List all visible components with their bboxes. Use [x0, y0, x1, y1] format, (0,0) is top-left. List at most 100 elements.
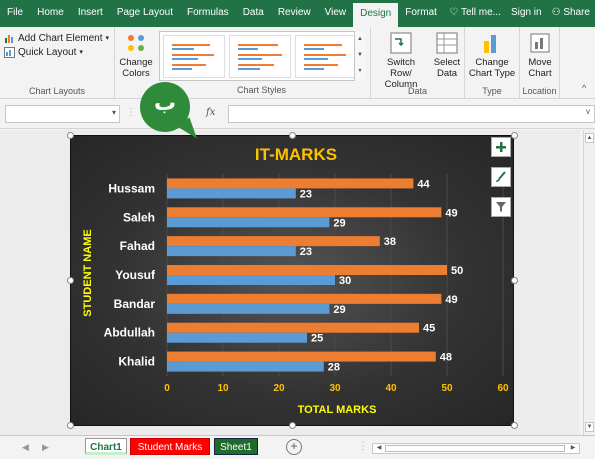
more-icon: ⋮ — [358, 441, 368, 452]
select-data-button[interactable]: Select Data — [431, 31, 463, 79]
chart-style-thumbnail[interactable] — [229, 35, 291, 78]
share-label: Share — [563, 7, 590, 18]
category-label: Bandar — [114, 297, 156, 311]
chart-styles-button[interactable] — [491, 167, 511, 187]
category-label: Saleh — [123, 210, 155, 224]
collapse-ribbon-icon[interactable]: ^ — [582, 83, 586, 93]
bar-blue[interactable] — [167, 275, 335, 285]
chart-style-thumbnail[interactable] — [163, 35, 225, 78]
bar-orange[interactable] — [167, 178, 414, 189]
gallery-scrollbar[interactable]: ▲ ▼ ▾ — [354, 31, 365, 81]
chart-style-thumbnail[interactable] — [295, 35, 355, 78]
horizontal-scrollbar[interactable]: ◀ ▶ — [372, 443, 580, 454]
share-button[interactable]: ⚇ Share — [547, 0, 595, 27]
resize-handle[interactable] — [511, 132, 518, 139]
tab-insert[interactable]: Insert — [71, 0, 110, 27]
tab-review[interactable]: Review — [271, 0, 318, 27]
insert-function-icon[interactable]: fx — [206, 107, 215, 118]
bar-orange[interactable] — [167, 322, 419, 333]
sheet-tab-sheet1[interactable]: Sheet1 — [214, 438, 258, 455]
location-group: Move Chart Location — [520, 27, 560, 99]
chart-area[interactable]: IT-MARKS TOTAL MARKS STUDENT NAME 0 10 20 3… — [70, 135, 514, 426]
data-label: 30 — [339, 275, 351, 287]
data-label: 49 — [445, 294, 457, 306]
vertical-scrollbar[interactable]: ▲ ▼ — [583, 130, 595, 435]
x-tick-label: 60 — [497, 383, 509, 394]
bar-blue[interactable] — [167, 332, 307, 343]
bar-blue[interactable] — [167, 303, 330, 314]
formula-bar: ▾ ⋮ fx v — [0, 99, 595, 129]
resize-handle[interactable] — [511, 422, 518, 429]
data-label: 23 — [300, 246, 312, 258]
resize-handle[interactable] — [67, 277, 74, 284]
annotation-badge: ب — [140, 82, 190, 132]
x-tick-label: 40 — [385, 383, 397, 394]
chart-elements-button[interactable] — [491, 137, 511, 157]
change-chart-type-button[interactable]: Change Chart Type — [467, 31, 517, 79]
tab-file[interactable]: File — [0, 0, 30, 27]
plus-icon — [496, 142, 506, 152]
next-sheet-icon[interactable]: ▶ — [42, 442, 49, 453]
x-axis-title[interactable]: TOTAL MARKS — [298, 404, 377, 416]
scroll-left-icon[interactable]: ◀ — [374, 444, 384, 453]
bar-orange[interactable] — [167, 207, 442, 218]
add-sheet-button[interactable]: + — [286, 439, 302, 455]
scroll-up-icon[interactable]: ▲ — [585, 133, 594, 143]
y-axis-title[interactable]: STUDENT NAME — [82, 229, 94, 316]
ribbon: Add Chart Element ▾ Quick Layout ▾ Chart L… — [0, 27, 595, 99]
dropdown-arrow-icon[interactable]: ▾ — [112, 108, 116, 117]
bar-blue[interactable] — [167, 217, 330, 228]
select-data-icon — [436, 32, 458, 54]
bar-orange[interactable] — [167, 236, 380, 247]
tab-design[interactable]: Design — [353, 3, 399, 27]
tab-page-layout[interactable]: Page Layout — [110, 0, 180, 27]
scroll-right-icon[interactable]: ▶ — [568, 444, 578, 453]
data-label: 48 — [440, 352, 452, 364]
sheet-tab-chart1[interactable]: Chart1 — [85, 438, 127, 455]
move-chart-button[interactable]: Move Chart — [522, 31, 558, 79]
sign-in-link[interactable]: Sign in — [506, 0, 547, 27]
bar-orange[interactable] — [167, 293, 442, 304]
resize-handle[interactable] — [67, 132, 74, 139]
tab-view[interactable]: View — [318, 0, 354, 27]
chart-styles-group-label: Chart Styles — [236, 85, 287, 95]
switch-row-column-button[interactable]: Switch Row/ Column — [375, 31, 427, 90]
brush-icon — [496, 171, 506, 182]
quick-layout-label: Quick Layout — [18, 46, 77, 58]
change-chart-type-label: Change Chart Type — [468, 57, 516, 79]
scroll-thumb[interactable] — [385, 445, 565, 452]
data-label: 28 — [328, 362, 340, 374]
lightbulb-icon: ♡ — [449, 7, 459, 18]
resize-handle[interactable] — [511, 277, 518, 284]
resize-handle[interactable] — [67, 422, 74, 429]
bar-blue[interactable] — [167, 361, 324, 372]
bar-orange[interactable] — [167, 351, 436, 362]
add-chart-element-button[interactable]: Add Chart Element ▾ — [0, 31, 114, 45]
category-label: Abdullah — [104, 326, 155, 340]
name-box[interactable]: ▾ — [5, 105, 120, 123]
tab-formulas[interactable]: Formulas — [180, 0, 236, 27]
bar-blue[interactable] — [167, 246, 296, 257]
tab-data[interactable]: Data — [236, 0, 271, 27]
bar-orange[interactable] — [167, 265, 447, 275]
prev-sheet-icon[interactable]: ◀ — [22, 442, 29, 453]
data-label: 38 — [384, 236, 396, 248]
sheet-tab-student-marks[interactable]: Student Marks — [130, 438, 210, 455]
chart-filters-button[interactable] — [491, 197, 511, 217]
quick-layout-button[interactable]: Quick Layout ▾ — [0, 45, 114, 59]
formula-input[interactable] — [228, 105, 595, 123]
select-data-label: Select Data — [433, 57, 461, 79]
tab-home[interactable]: Home — [30, 0, 71, 27]
category-label: Khalid — [118, 355, 155, 369]
change-colors-button[interactable]: Change Colors — [117, 31, 155, 79]
expand-formula-icon[interactable]: v — [586, 107, 590, 116]
tell-me-box[interactable]: ♡ Tell me... — [444, 0, 506, 27]
bar-blue[interactable] — [167, 188, 296, 199]
resize-handle[interactable] — [289, 422, 296, 429]
scroll-down-icon[interactable]: ▼ — [585, 422, 594, 432]
resize-handle[interactable] — [289, 132, 296, 139]
change-chart-type-icon — [484, 35, 496, 53]
chart-title[interactable]: IT-MARKS — [255, 145, 337, 164]
tab-format[interactable]: Format — [398, 0, 444, 27]
type-group: Change Chart Type Type — [465, 27, 520, 99]
